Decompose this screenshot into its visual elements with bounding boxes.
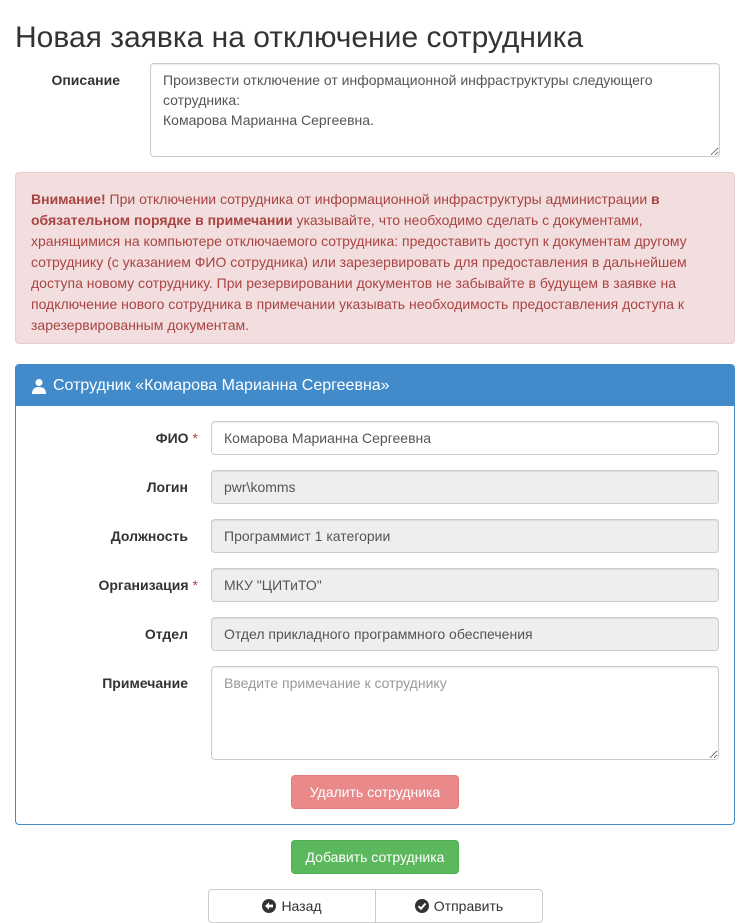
user-icon	[32, 378, 46, 394]
employee-panel-heading: Сотрудник «Комарова Марианна Сергеевна»	[16, 365, 734, 406]
submit-label: Отправить	[433, 898, 504, 914]
submit-button[interactable]: Отправить	[375, 889, 543, 923]
alert-text-1: При отключении сотрудника от информацион…	[105, 191, 652, 207]
position-row: Должность	[16, 519, 734, 553]
note-label: Примечание	[102, 675, 188, 691]
position-label: Должность	[110, 528, 188, 544]
description-label: Описание	[51, 72, 120, 88]
fio-label: ФИО *	[155, 430, 198, 446]
remove-employee-button[interactable]: Удалить сотрудника	[291, 775, 459, 809]
check-circle-icon	[414, 899, 429, 913]
fio-row: ФИО *	[16, 421, 734, 455]
required-mark: *	[192, 430, 198, 446]
note-textarea[interactable]	[211, 666, 719, 760]
organization-label: Организация *	[98, 577, 198, 593]
department-input	[211, 617, 719, 651]
login-row: Логин	[16, 470, 734, 504]
required-mark: *	[192, 577, 198, 593]
login-input	[211, 470, 719, 504]
fio-input[interactable]	[211, 421, 719, 455]
employee-panel: Сотрудник «Комарова Марианна Сергеевна» …	[15, 364, 735, 825]
footer-button-group: Назад Отправить	[208, 889, 543, 923]
organization-input	[211, 568, 719, 602]
alert-strong: Внимание!	[31, 191, 106, 207]
back-button[interactable]: Назад	[208, 889, 376, 923]
add-employee-button[interactable]: Добавить сотрудника	[291, 840, 459, 874]
login-label: Логин	[146, 479, 188, 495]
employee-panel-title: Сотрудник «Комарова Марианна Сергеевна»	[53, 377, 390, 394]
alert-text-2: указывайте, что необходимо сделать с док…	[31, 212, 687, 333]
department-label: Отдел	[144, 626, 188, 642]
position-input	[211, 519, 719, 553]
description-textarea[interactable]	[150, 63, 720, 157]
back-label: Назад	[281, 898, 322, 914]
department-row: Отдел	[16, 617, 734, 651]
arrow-left-circle-icon	[262, 899, 277, 913]
organization-row: Организация *	[16, 568, 734, 602]
page-title: Новая заявка на отключение сотрудника	[15, 21, 584, 54]
warning-alert: Внимание! При отключении сотрудника от и…	[15, 172, 735, 344]
